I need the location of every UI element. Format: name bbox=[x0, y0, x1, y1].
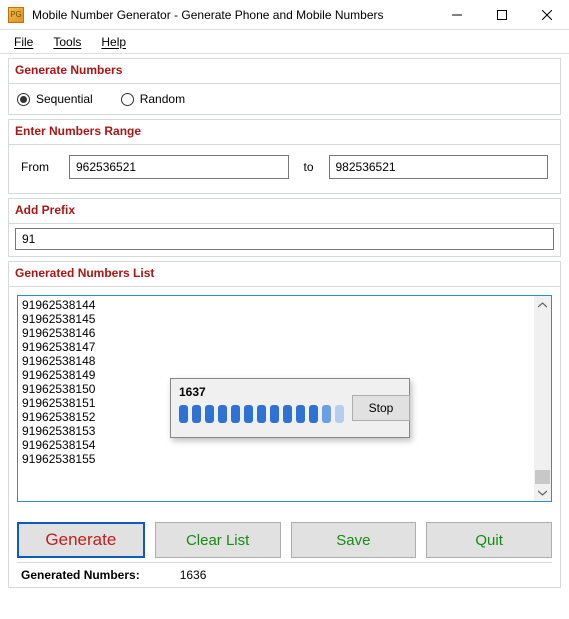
menu-bar: File Tools Help bbox=[0, 30, 569, 54]
radio-label: Random bbox=[140, 92, 185, 106]
status-label: Generated Numbers: bbox=[21, 568, 140, 582]
list-item: 91962538149 bbox=[22, 368, 154, 382]
list-item: 91962538155 bbox=[22, 452, 154, 466]
to-input[interactable] bbox=[329, 155, 549, 179]
section-generate-numbers: Generate Numbers Sequential Random bbox=[8, 58, 561, 115]
list-item: 91962538150 bbox=[22, 382, 154, 396]
stop-button[interactable]: Stop bbox=[352, 395, 410, 421]
list-item: 91962538145 bbox=[22, 312, 154, 326]
radio-sequential[interactable]: Sequential bbox=[17, 92, 93, 106]
menu-file[interactable]: File bbox=[14, 35, 33, 49]
radio-random[interactable]: Random bbox=[121, 92, 185, 106]
list-item: 91962538154 bbox=[22, 438, 154, 452]
section-prefix: Add Prefix bbox=[8, 198, 561, 257]
list-item: 91962538144 bbox=[22, 298, 154, 312]
window-title: Mobile Number Generator - Generate Phone… bbox=[32, 8, 434, 22]
list-item: 91962538151 bbox=[22, 396, 154, 410]
status-bar: Generated Numbers: 1636 bbox=[9, 563, 560, 587]
menu-tools[interactable]: Tools bbox=[53, 35, 81, 49]
mode-radio-group: Sequential Random bbox=[17, 92, 552, 106]
generate-button[interactable]: Generate bbox=[17, 522, 145, 558]
section-range: Enter Numbers Range From to bbox=[8, 119, 561, 194]
list-item: 91962538148 bbox=[22, 354, 154, 368]
save-button[interactable]: Save bbox=[291, 522, 417, 558]
app-icon: PG bbox=[8, 7, 24, 23]
progress-count: 1637 bbox=[179, 385, 344, 399]
section-header: Generate Numbers bbox=[9, 59, 560, 84]
title-bar: PG Mobile Number Generator - Generate Ph… bbox=[0, 0, 569, 30]
progress-dialog: 1637 Stop bbox=[170, 378, 410, 438]
scroll-thumb[interactable] bbox=[535, 470, 550, 484]
progress-bar bbox=[179, 405, 344, 423]
radio-dot-icon bbox=[17, 93, 30, 106]
quit-button[interactable]: Quit bbox=[426, 522, 552, 558]
list-item: 91962538146 bbox=[22, 326, 154, 340]
minimize-button[interactable] bbox=[434, 0, 479, 29]
prefix-input[interactable] bbox=[15, 228, 554, 250]
list-item: 91962538153 bbox=[22, 424, 154, 438]
maximize-button[interactable] bbox=[479, 0, 524, 29]
radio-label: Sequential bbox=[36, 92, 93, 106]
section-header: Enter Numbers Range bbox=[9, 120, 560, 145]
scroll-down-icon[interactable] bbox=[536, 486, 549, 499]
radio-dot-icon bbox=[121, 93, 134, 106]
scrollbar[interactable] bbox=[534, 296, 551, 501]
close-button[interactable] bbox=[524, 0, 569, 29]
from-label: From bbox=[21, 160, 59, 174]
list-item: 91962538147 bbox=[22, 340, 154, 354]
scroll-up-icon[interactable] bbox=[536, 298, 549, 311]
menu-help[interactable]: Help bbox=[101, 35, 126, 49]
section-header: Add Prefix bbox=[9, 199, 560, 224]
list-item: 91962538152 bbox=[22, 410, 154, 424]
status-value: 1636 bbox=[180, 568, 207, 582]
to-label: to bbox=[299, 160, 319, 174]
section-header: Generated Numbers List bbox=[9, 262, 560, 287]
from-input[interactable] bbox=[69, 155, 289, 179]
clear-list-button[interactable]: Clear List bbox=[155, 522, 281, 558]
button-row: Generate Clear List Save Quit bbox=[17, 510, 552, 563]
